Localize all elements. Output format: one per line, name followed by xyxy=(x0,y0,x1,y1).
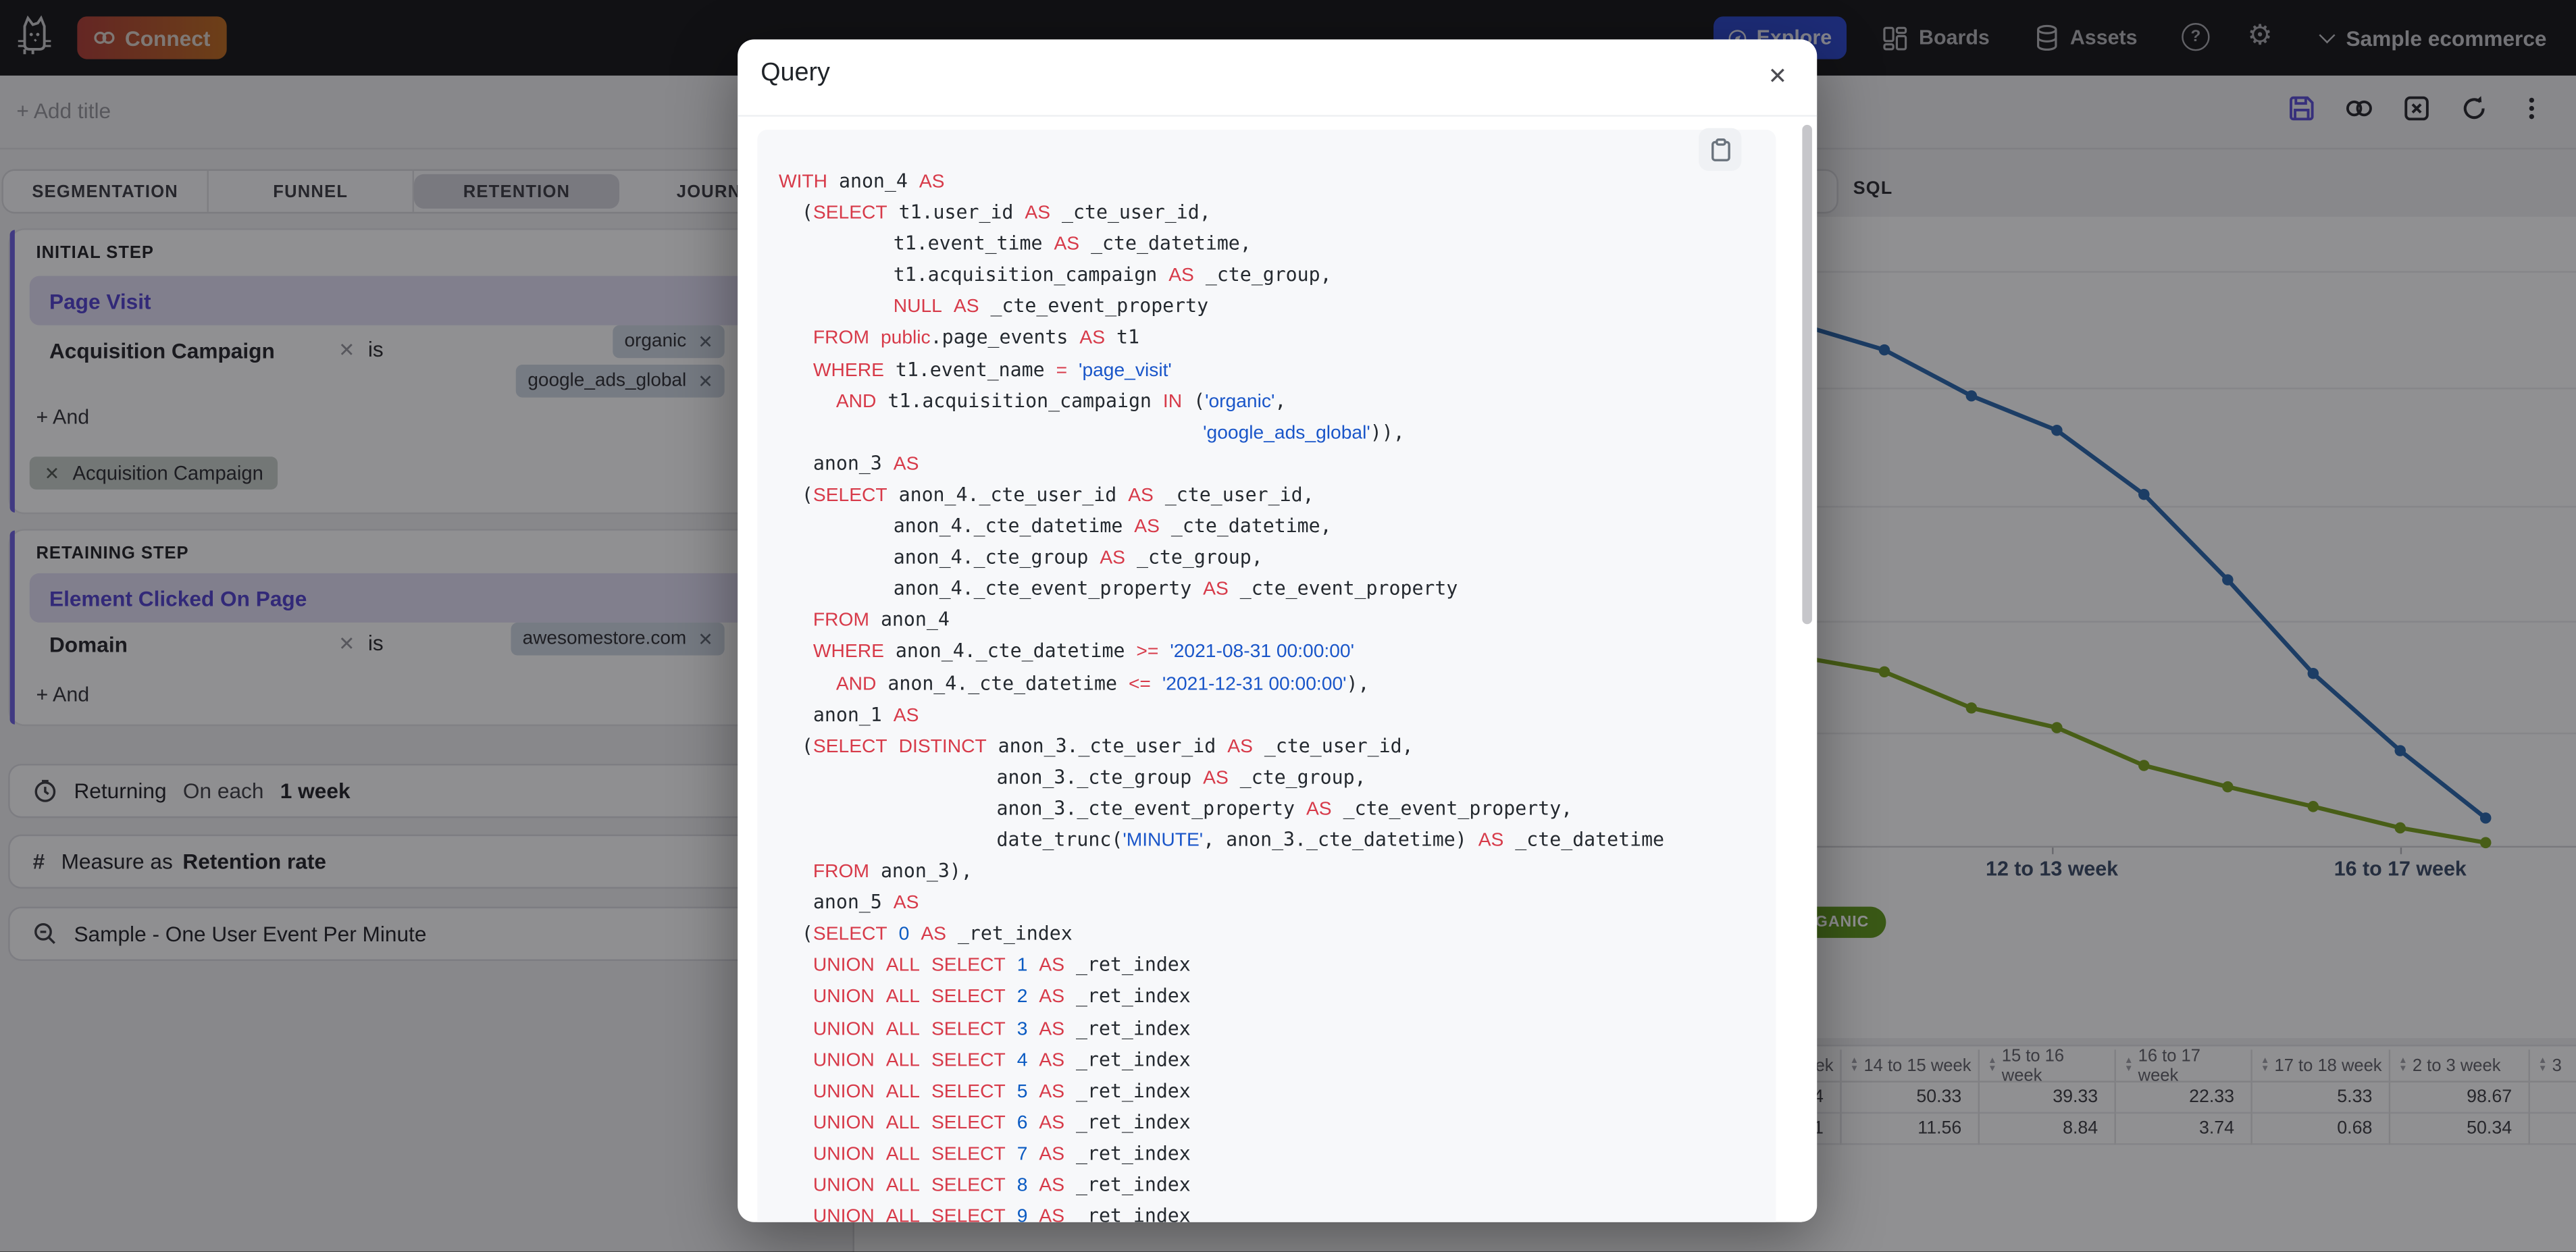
v-scrollbar-thumb[interactable] xyxy=(1802,124,1812,625)
clipboard-icon xyxy=(1710,137,1730,161)
sql-query-text: WITH anon_4 AS (SELECT t1.user_id AS _ct… xyxy=(778,169,1665,1222)
modal-title: Query xyxy=(761,59,830,87)
sql-code-block: WITH anon_4 AS (SELECT t1.user_id AS _ct… xyxy=(757,130,1776,1222)
query-modal: Query ✕ WITH anon_4 AS (SELECT t1.user_i… xyxy=(738,39,1818,1222)
app-root: Connect Explore Boards Assets ? ⚙ Sample… xyxy=(0,0,2576,1252)
copy-button[interactable] xyxy=(1699,128,1742,171)
close-icon[interactable]: ✕ xyxy=(1758,56,1797,95)
divider xyxy=(738,115,1818,117)
